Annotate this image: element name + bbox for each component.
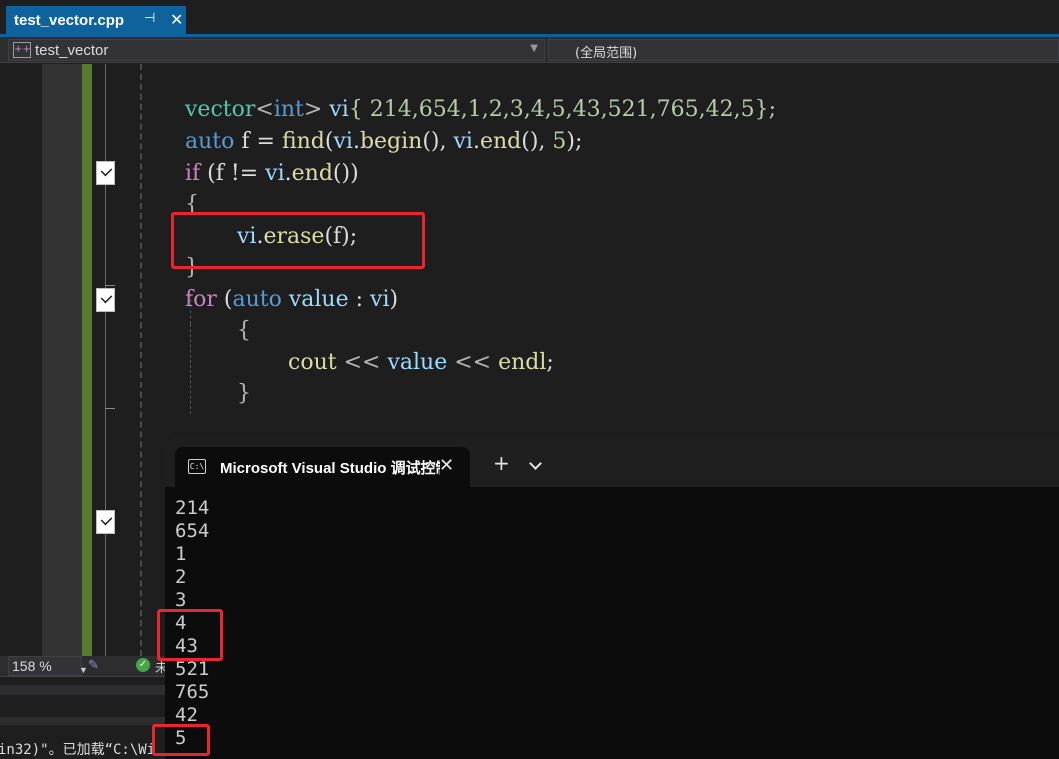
close-icon[interactable]: ✕ [170,10,183,29]
navigation-bar: ++ test_vector ▼ (全局范围) [0,37,1059,63]
terminal-title-bar: C:\ Microsoft Visual Studio 调试控制台 ✕ + [165,437,1059,487]
project-label: test_vector [35,41,109,59]
indicator-margin [42,64,82,656]
document-tab-strip: test_vector.cpp ⊣ ✕ [0,0,1059,37]
code-line: auto f = find(vi.begin(), vi.end(), 5); [185,129,583,154]
scope-label: (全局范围) [575,46,638,61]
tab-label: test_vector.cpp [14,11,125,29]
code-line: for (auto value : vi) [185,287,399,312]
fold-toggle[interactable] [96,161,115,185]
change-tracking-bar [82,64,92,656]
zoom-level: 158 % [12,658,52,674]
scope-dropdown[interactable]: (全局范围) [548,39,1059,61]
editor-status-strip: 158 % ▼ ✎ ✓ 未 [0,656,168,676]
check-circle-icon: ✓ [136,658,150,672]
debug-console-window[interactable]: C:\ Microsoft Visual Studio 调试控制台 ✕ + 21… [165,437,1059,759]
highlight-box [152,724,210,756]
output-text: in32)"。已加载“C:\Wi [0,742,156,758]
chevron-down-icon: ▼ [530,43,538,54]
code-line: if (f != vi.end()) [185,161,359,186]
output-line: 214 [175,497,210,519]
command-prompt-icon: C:\ [188,459,206,474]
code-cleanup-icon[interactable]: ✎ [88,658,99,673]
indent-guide [140,64,142,656]
indent-guide [190,324,191,414]
outline-line [105,64,106,656]
project-dropdown[interactable]: ++ test_vector ▼ [8,39,545,61]
output-scrollbar[interactable] [0,717,165,725]
output-line: 1 [175,543,187,565]
output-line: 654 [175,520,210,542]
output-line: 765 [175,681,210,703]
chevron-down-icon [100,291,113,304]
outline-tick [105,408,115,409]
close-icon[interactable]: ✕ [439,455,454,476]
project-icon: ++ [13,42,31,58]
chevron-down-icon [100,164,113,177]
code-line: } [237,381,251,406]
tab-test-vector-cpp[interactable]: test_vector.cpp ⊣ ✕ [6,6,186,34]
pin-icon[interactable]: ⊣ [144,11,155,26]
code-line: cout << value << endl; [288,350,554,375]
terminal-tab[interactable]: C:\ Microsoft Visual Studio 调试控制台 ✕ [175,447,470,487]
terminal-tab-title: Microsoft Visual Studio 调试控制台 [220,460,440,477]
outline-tick [105,285,115,286]
output-line: 521 [175,658,210,680]
output-line: 2 [175,566,187,588]
fold-toggle[interactable] [96,288,115,312]
code-line: { [237,318,251,343]
zoom-dropdown[interactable]: 158 % ▼ [8,656,88,676]
new-tab-button[interactable]: + [493,453,510,473]
highlight-box [157,609,223,661]
highlight-box [171,212,425,269]
code-line: vector<int> vi{ 214,654,1,2,3,4,5,43,521… [185,97,777,122]
output-panel: in32)"。已加载“C:\Wi [0,676,165,759]
fold-toggle[interactable] [96,510,115,534]
chevron-down-icon [100,513,113,526]
chevron-down-icon[interactable] [529,457,542,470]
output-toolbar [0,685,165,695]
